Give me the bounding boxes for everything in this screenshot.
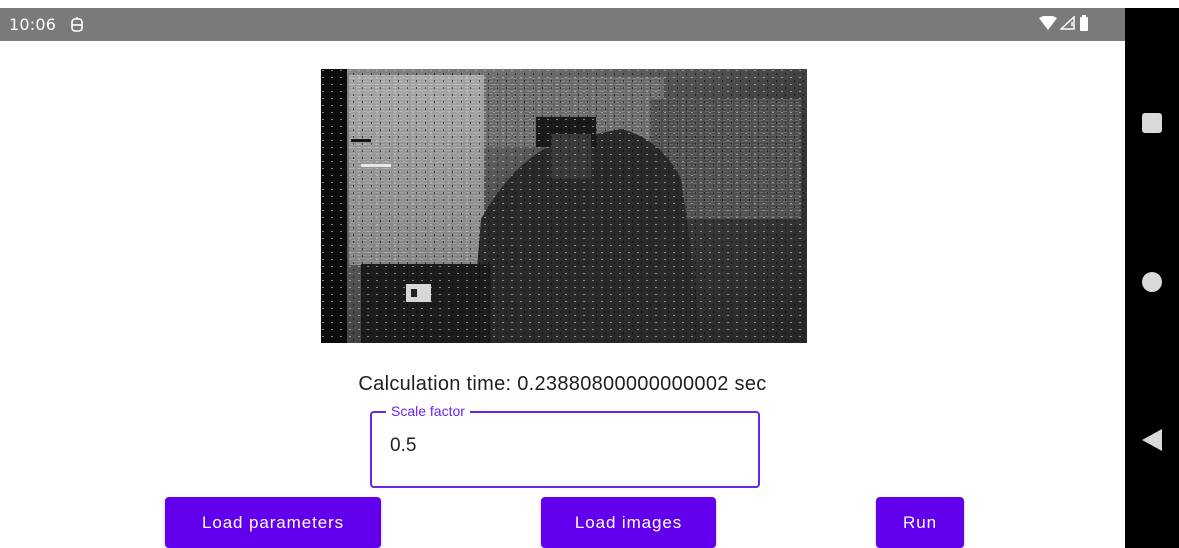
- calculation-time-text: Calculation time: 0.23880800000000002 se…: [358, 373, 767, 395]
- recents-square-icon[interactable]: [1125, 103, 1179, 143]
- scale-factor-label: Scale factor: [386, 402, 470, 420]
- load-images-button[interactable]: Load images: [541, 497, 716, 548]
- run-button[interactable]: Run: [876, 497, 964, 548]
- status-time: 10:06: [9, 15, 57, 34]
- notification-icon: [70, 16, 84, 33]
- status-bar: 10:06: [0, 8, 1125, 41]
- status-icons: [1039, 8, 1089, 41]
- app-screen: 10:06 Calculation time: 0.23880800000000…: [0, 0, 1179, 548]
- navigation-bar: [1125, 8, 1179, 548]
- signal-icon: [1059, 15, 1076, 34]
- scale-factor-input[interactable]: [390, 435, 730, 457]
- back-triangle-icon[interactable]: [1125, 420, 1179, 460]
- load-parameters-button[interactable]: Load parameters: [165, 497, 381, 548]
- battery-icon: [1079, 14, 1089, 35]
- scale-factor-field[interactable]: Scale factor: [370, 402, 760, 488]
- disparity-image: [321, 69, 807, 343]
- wifi-icon: [1039, 15, 1057, 34]
- home-circle-icon[interactable]: [1125, 262, 1179, 302]
